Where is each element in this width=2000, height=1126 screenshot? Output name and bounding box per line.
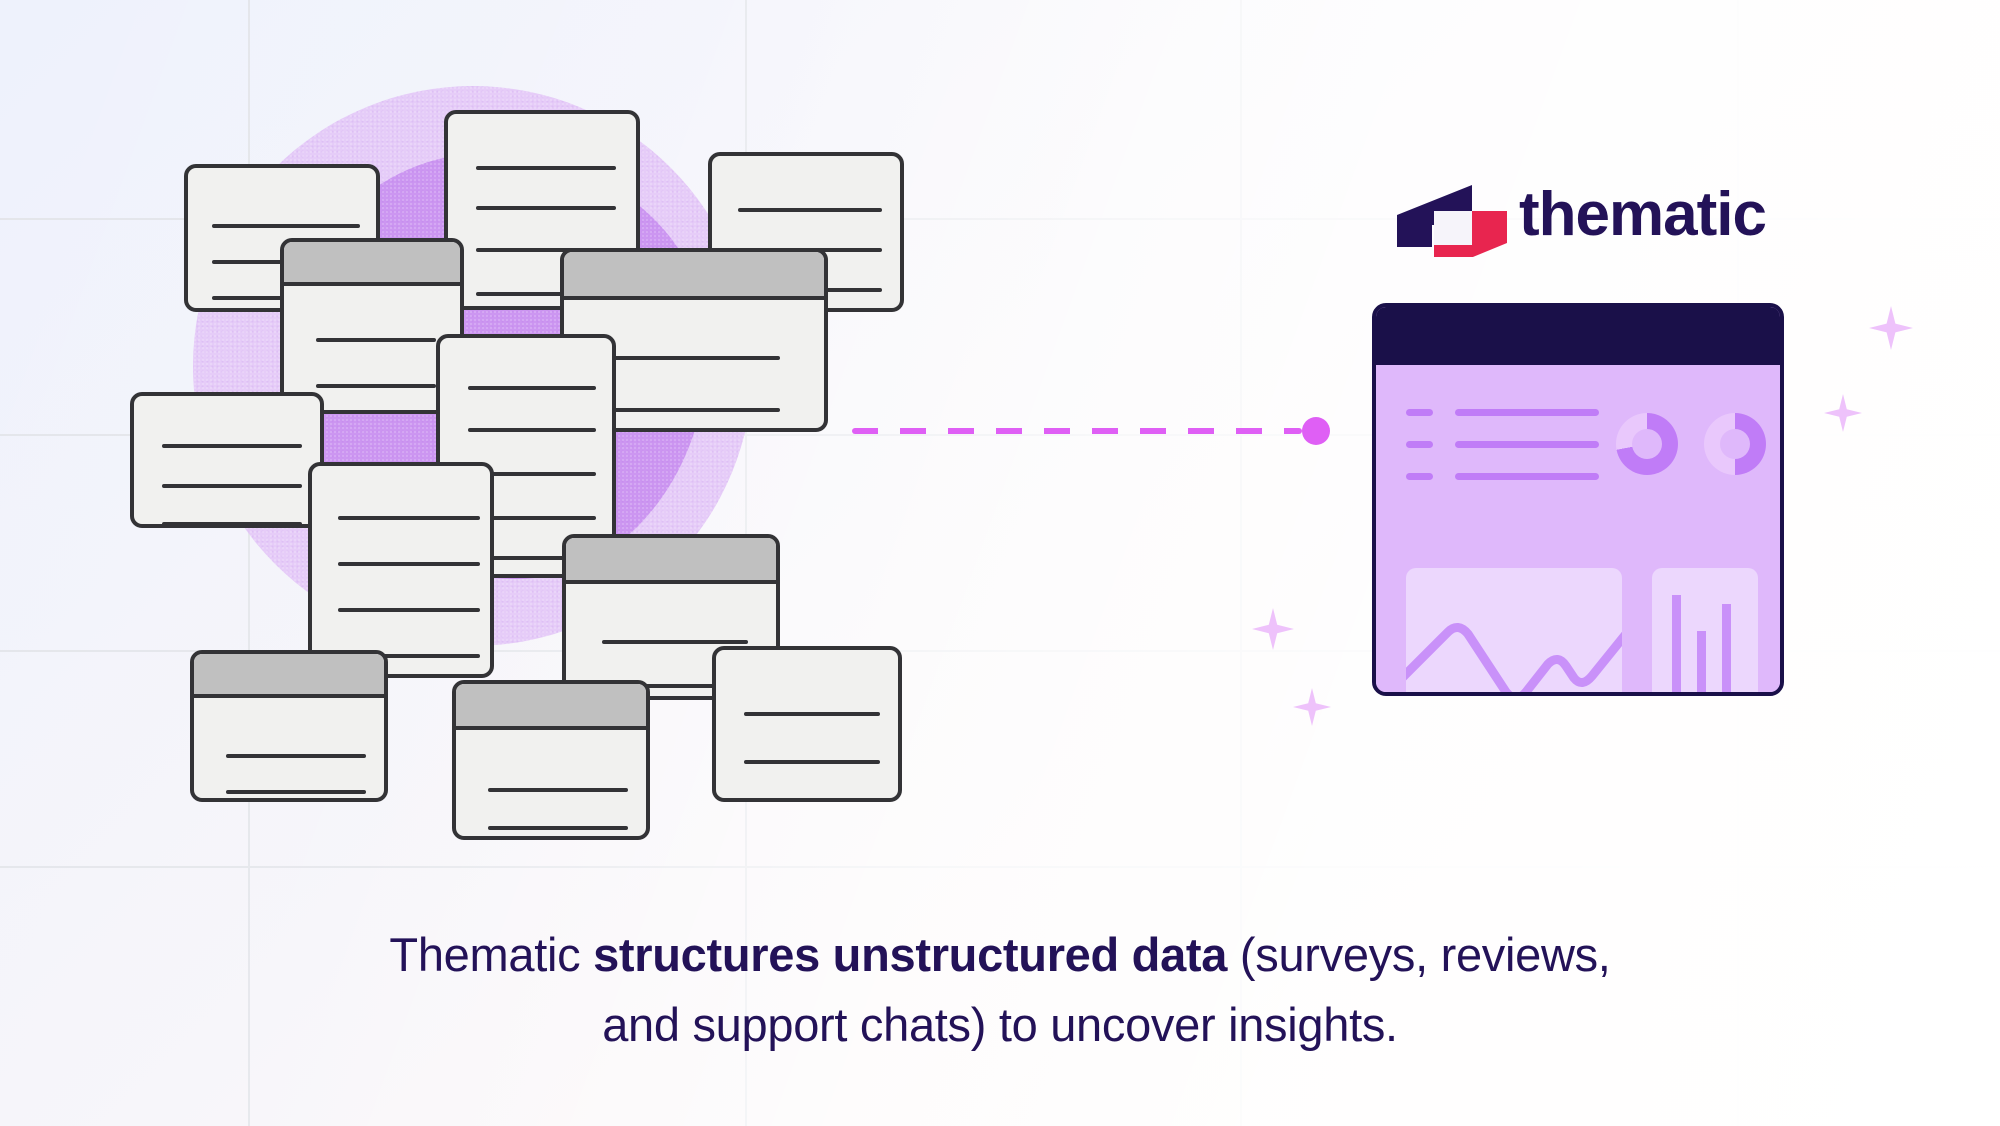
document-card-header (456, 684, 646, 730)
document-card (452, 680, 650, 840)
document-card-text-line (316, 384, 436, 388)
kpi-row-1 (1406, 409, 1599, 416)
document-card-text-line (226, 790, 366, 794)
bar-1 (1672, 595, 1681, 692)
document-card (190, 650, 388, 802)
document-card-text-line (162, 522, 302, 524)
trend-line-chart-panel (1406, 568, 1622, 692)
document-card-text-line (476, 206, 616, 210)
document-card-text-line (212, 224, 360, 228)
document-card-text-line (738, 208, 882, 212)
dashboard-body (1376, 365, 1780, 692)
document-card-text-line (468, 386, 596, 390)
caption-part-2: (surveys, reviews, (1227, 928, 1611, 981)
document-card-text-line (316, 338, 436, 342)
sparkle-icon (1293, 688, 1331, 726)
caption-line-2: and support chats) to uncover insights. (602, 998, 1398, 1051)
kpi-value-bar (1455, 409, 1599, 416)
document-card-text-line (608, 408, 780, 412)
document-card-text-line (468, 428, 596, 432)
caption-bold: structures unstructured data (593, 928, 1228, 981)
document-card-header (284, 242, 460, 286)
document-card-header (564, 252, 824, 300)
document-card (712, 646, 902, 802)
thematic-logo-mark (1397, 185, 1507, 273)
document-card-header (566, 538, 776, 584)
document-card-text-line (226, 754, 366, 758)
sparkle-icon (1869, 306, 1913, 350)
thematic-wordmark: thematic (1519, 180, 1767, 249)
document-card (308, 462, 494, 678)
flow-endpoint-dot (1302, 417, 1330, 445)
donut-chart-left (1616, 413, 1678, 475)
kpi-row-3 (1406, 473, 1599, 480)
caption-text: Thematic structures unstructured data (s… (0, 920, 2000, 1060)
caption-part-1: Thematic (389, 928, 594, 981)
document-card-text-line (602, 640, 748, 644)
kpi-label-stub (1406, 409, 1433, 416)
document-card-text-line (608, 356, 780, 360)
kpi-label-stub (1406, 441, 1433, 448)
kpi-label-stub (1406, 473, 1433, 480)
donut-chart-right (1704, 413, 1766, 475)
dashboard-titlebar (1376, 307, 1780, 365)
kpi-row-2 (1406, 441, 1599, 448)
bar-2 (1697, 631, 1706, 692)
document-card-text-line (338, 562, 480, 566)
kpi-value-bar (1455, 473, 1599, 480)
sparkle-icon (1824, 394, 1862, 432)
analytics-dashboard-illustration (1372, 303, 1784, 696)
document-card-text-line (338, 516, 480, 520)
caption-line-1: Thematic structures unstructured data (s… (0, 920, 2000, 990)
document-card-header (194, 654, 384, 698)
document-card (130, 392, 324, 528)
document-card-text-line (338, 608, 480, 612)
document-card-text-line (476, 166, 616, 170)
bar-3 (1722, 604, 1731, 692)
document-card-text-line (488, 788, 628, 792)
document-card-text-line (162, 484, 302, 488)
document-card-text-line (744, 760, 880, 764)
thematic-logo[interactable]: thematic (1397, 180, 1767, 273)
kpi-value-bar (1455, 441, 1599, 448)
trend-line-chart (1406, 623, 1622, 692)
promo-graphic: thematic Thematic structures unstructure… (0, 0, 2000, 1126)
document-card-text-line (744, 712, 880, 716)
dashed-flow-line (852, 428, 1302, 434)
document-card-text-line (488, 826, 628, 830)
bar-chart-panel (1652, 568, 1758, 692)
grid-line-horizontal (0, 866, 2000, 868)
document-card-text-line (162, 444, 302, 448)
sparkle-icon (1252, 608, 1294, 650)
